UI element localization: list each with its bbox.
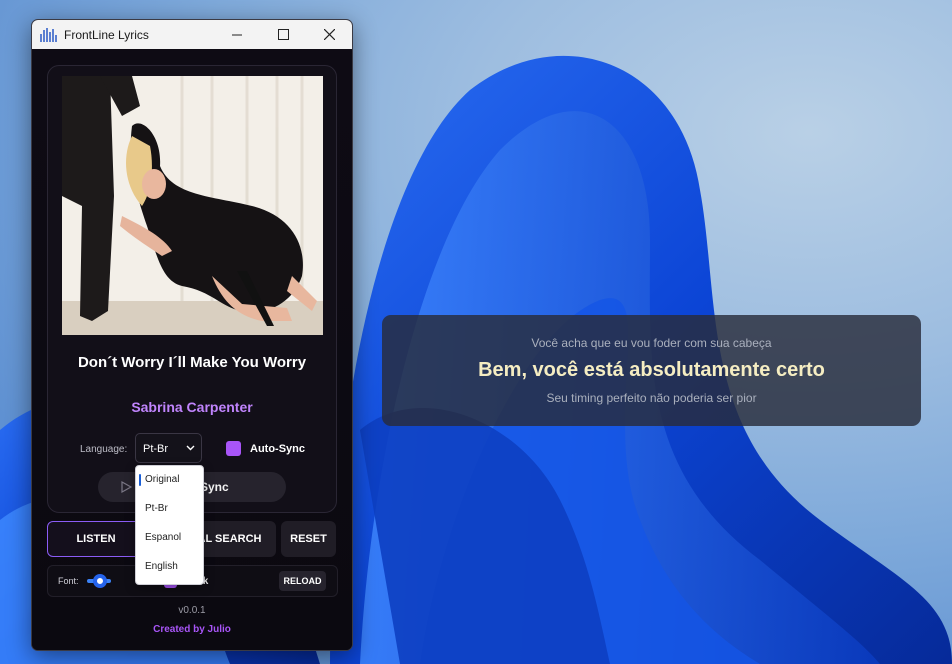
font-size-slider-thumb[interactable] bbox=[93, 574, 107, 588]
app-window: FrontLine Lyrics Don´t Worry I´ll Make Y… bbox=[31, 19, 353, 651]
chevron-down-icon bbox=[186, 445, 195, 451]
close-icon bbox=[323, 29, 335, 40]
maximize-icon bbox=[277, 29, 289, 40]
language-option-espanol[interactable]: Espanol bbox=[136, 527, 203, 549]
language-option-original[interactable]: Original bbox=[136, 469, 203, 491]
listen-button[interactable]: LISTEN bbox=[47, 521, 145, 557]
song-title: Don´t Worry I´ll Make You Worry bbox=[77, 354, 307, 371]
album-cover-image bbox=[62, 76, 323, 335]
lyric-next-line: Seu timing perfeito não poderia ser pior bbox=[546, 391, 757, 405]
minimize-button[interactable] bbox=[214, 20, 260, 49]
window-title: FrontLine Lyrics bbox=[64, 27, 149, 42]
font-size-label: Font: bbox=[58, 576, 79, 586]
language-select-value: Pt-Br bbox=[143, 443, 169, 455]
language-option-pt-br[interactable]: Pt-Br bbox=[136, 498, 203, 520]
auto-sync-checkbox[interactable] bbox=[226, 441, 241, 456]
auto-sync-label: Auto-Sync bbox=[250, 443, 305, 455]
minimize-icon bbox=[232, 34, 242, 35]
lyric-current-line: Bem, você está absolutamente certo bbox=[478, 359, 825, 381]
app-content: Don´t Worry I´ll Make You Worry Sabrina … bbox=[32, 49, 352, 650]
reload-button[interactable]: RELOAD bbox=[279, 571, 326, 591]
app-logo-icon bbox=[40, 27, 58, 42]
language-option-english[interactable]: English bbox=[136, 556, 203, 578]
version-text: v0.0.1 bbox=[178, 605, 206, 616]
language-label: Language: bbox=[80, 444, 128, 455]
lyrics-overlay: Você acha que eu vou foder com sua cabeç… bbox=[382, 315, 921, 426]
artist-name: Sabrina Carpenter bbox=[131, 399, 253, 415]
maximize-button[interactable] bbox=[260, 20, 306, 49]
now-playing-card: Don´t Worry I´ll Make You Worry Sabrina … bbox=[47, 65, 337, 513]
lyric-previous-line: Você acha que eu vou foder com sua cabeç… bbox=[531, 336, 772, 350]
credit-text: Created by Julio bbox=[153, 624, 231, 635]
language-select[interactable]: Pt-Br bbox=[135, 433, 202, 463]
title-bar[interactable]: FrontLine Lyrics bbox=[32, 20, 352, 49]
reset-button[interactable]: RESET bbox=[281, 521, 336, 557]
close-button[interactable] bbox=[306, 20, 352, 49]
language-dropdown-menu: Original Pt-Br Espanol English bbox=[135, 465, 204, 585]
